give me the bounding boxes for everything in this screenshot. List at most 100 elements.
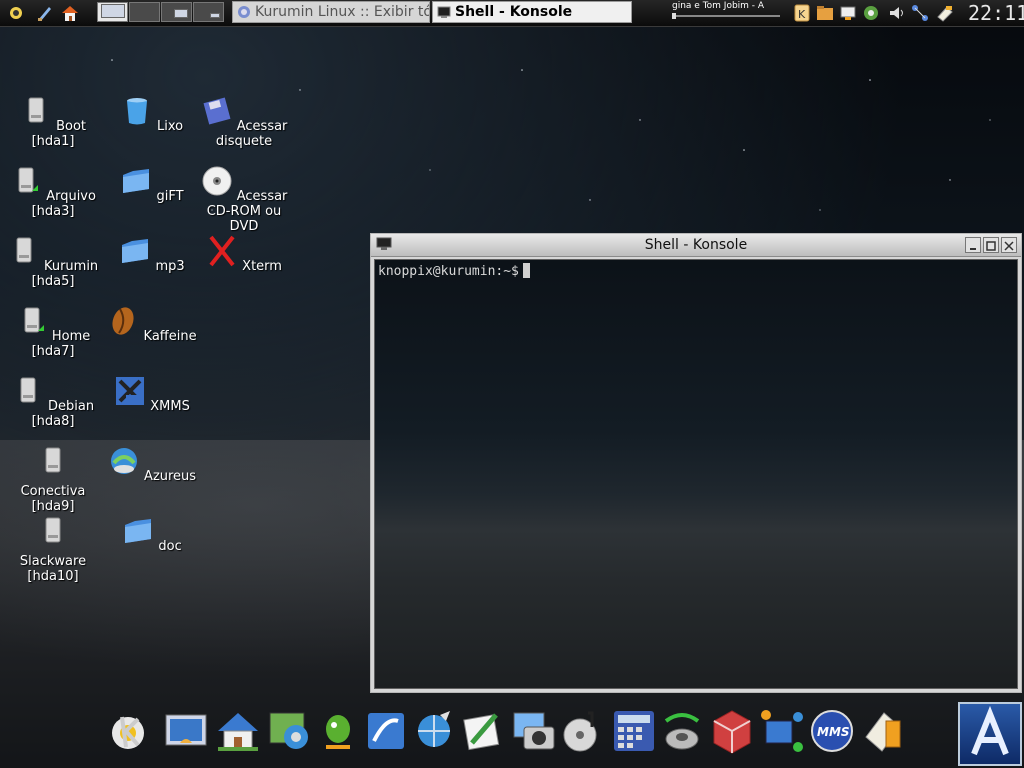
desktop-icon-lixo[interactable]: Lixo [102,95,202,134]
desktop-icon-mp3[interactable]: mp3 [102,235,202,274]
desktop-icon-acessar-cdrom[interactable]: Acessar CD-ROM ou DVD [194,165,294,234]
task-label: Shell - Konsole [455,4,573,20]
kmahjongg-icon[interactable] [708,707,756,755]
now-playing-text: gina e Tom Jobim - A [672,1,765,11]
konsole-titlebar[interactable]: Shell - Konsole [371,234,1021,257]
x-icon [209,235,235,267]
pager-desktop-3[interactable] [161,2,192,22]
konsole-window: Shell - Konsole knoppix@kurumin:~$ [370,233,1022,693]
desktop-icon-xmms[interactable]: XMMS [102,375,202,414]
coffee-bean-icon [112,307,134,335]
desktop-icon-conectiva-hda9[interactable]: Conectiva [hda9] [3,445,103,514]
icon-label: Kurumin [hda5] [31,259,99,289]
desktop-icon-home-hda7[interactable]: Home [hda7] [3,305,103,359]
brush-icon[interactable] [35,3,55,23]
pager-desktop-4[interactable] [193,2,224,22]
terminal-icon [437,6,451,18]
icon-label: giFT [156,189,184,204]
desktop-icon[interactable] [162,707,210,755]
minimize-button[interactable] [965,237,981,253]
svg-text:K: K [798,8,806,21]
icon-label: Lixo [157,119,184,134]
hard-drive-icon [20,377,36,403]
writer-icon[interactable] [362,707,410,755]
music-player-icon[interactable] [558,707,606,755]
icon-label: Conectiva [hda9] [20,484,86,514]
hard-drive-icon [45,447,61,473]
letter-a-icon [971,705,1009,756]
terminal-prompt: knoppix@kurumin:~$ [378,263,530,279]
home-icon[interactable] [214,707,262,755]
desktop-icon-debian-hda8[interactable]: Debian [hda8] [3,375,103,429]
close-button[interactable] [1001,237,1017,253]
icon-label: Kaffeine [143,329,197,344]
kde-k-icon[interactable]: K [792,3,812,23]
clipboard-icon[interactable] [935,3,955,23]
update-icon[interactable] [861,3,881,23]
gaim-icon[interactable] [314,707,362,755]
icon-label: mp3 [155,259,185,274]
network-status-icon[interactable] [910,3,930,23]
mms-icon[interactable]: MMS [808,707,856,755]
hard-drive-icon [24,307,44,333]
maximize-icon [986,241,996,251]
desktop-icon-boot-hda1[interactable]: Boot [hda1] [3,95,103,149]
task-kurumin-linux[interactable]: Kurumin Linux :: Exibir tóp [232,1,430,23]
maximize-button[interactable] [983,237,999,253]
folder-icon [125,519,152,543]
hard-drive-icon [28,97,44,123]
cdrom-icon [202,166,232,196]
desktop-icon-doc[interactable]: doc [102,515,202,554]
icon-label: Azureus [144,469,197,484]
desktop-icon-arquivo-hda3[interactable]: Arquivo [hda3] [3,165,103,219]
xmms-icon [116,377,145,405]
svg-text:MMS: MMS [817,725,850,739]
terminal-area[interactable]: knoppix@kurumin:~$ [374,259,1018,689]
close-icon [1004,241,1014,251]
clock[interactable]: 22:11 [968,0,1024,26]
calculator-icon[interactable] [610,707,658,755]
folder-icon [122,239,149,263]
folder-icon[interactable] [815,3,835,23]
now-playing-progress[interactable] [672,13,780,19]
control-center-icon[interactable] [266,707,314,755]
speaker-icon[interactable] [658,707,706,755]
desktop-icon-azureus[interactable]: Azureus [102,445,202,484]
desktop-icon-kurumin-hda5[interactable]: Kurumin [hda5] [3,235,103,289]
hard-drive-icon [45,517,61,543]
task-label: Kurumin Linux :: Exibir tóp [255,4,430,20]
network-icon[interactable] [758,707,806,755]
icon-label: doc [158,539,182,554]
prompt-text: knoppix@kurumin:~$ [378,264,519,279]
trash-icon [126,98,147,125]
icon-label: XMMS [150,399,190,414]
minimize-icon [970,248,976,250]
volume-icon[interactable] [887,3,907,23]
desktop-icon-gift[interactable]: giFT [102,165,202,204]
image-viewer-icon[interactable] [510,707,558,755]
home-icon[interactable] [60,3,80,23]
network-icon[interactable] [838,3,858,23]
desktop-icon-slackware-hda10[interactable]: Slackware [hda10] [3,515,103,584]
desktop-icon-kaffeine[interactable]: Kaffeine [102,305,202,344]
hard-drive-icon [18,167,39,193]
folder-icon [123,169,150,193]
pager-desktop-2[interactable] [129,2,160,22]
kde-menu-icon[interactable] [104,707,152,755]
pager-desktop-1[interactable] [97,2,128,22]
desktop-icon-acessar-disquete[interactable]: Acessar disquete [194,95,294,149]
editor-icon[interactable] [458,707,506,755]
icon-label: Xterm [242,259,282,274]
browser-icon[interactable] [410,707,458,755]
applications-button[interactable] [958,702,1022,766]
desktop-icon-xterm[interactable]: Xterm [194,235,294,274]
hard-drive-icon [16,237,32,263]
task-shell-konsole[interactable]: Shell - Konsole [432,1,632,23]
azureus-icon [110,448,137,474]
packages-icon[interactable] [858,707,906,755]
floppy-icon [203,97,231,125]
konsole-title: Shell - Konsole [644,237,748,253]
desktop-pager [97,2,225,22]
kde-menu-icon[interactable] [6,3,26,23]
browser-icon [238,6,250,18]
